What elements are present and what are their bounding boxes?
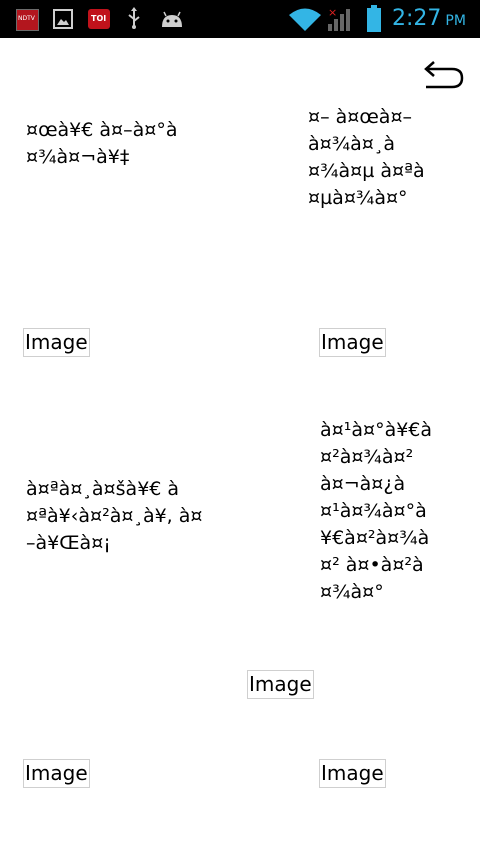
clipped-text-fragment: à¤¤à¤ à¤²à¤ à¤à¤¾à¤ <box>26 88 242 104</box>
status-bar: NDTV TOI × 2:27 PM <box>0 0 480 38</box>
image-placeholder[interactable]: Image <box>23 328 90 357</box>
image-placeholder[interactable]: Image <box>23 759 90 788</box>
gallery-mountain-icon <box>57 19 69 25</box>
usb-icon <box>126 7 142 29</box>
android-debug-icon <box>160 9 182 29</box>
svg-text:×: × <box>328 6 337 19</box>
list-item-text[interactable]: à¤ªà¤¸à¤šà¥€ à ¤ªà¥‹à¤²à¤¸à¥, à¤ –à¥Œà¤¡ <box>26 476 203 557</box>
toi-notification-icon: TOI <box>88 9 110 29</box>
image-placeholder[interactable]: Image <box>319 328 386 357</box>
list-item-text[interactable]: ¤œà¥€ à¤–à¤°à ¤¾à¤¬à¥‡ <box>26 117 178 171</box>
list-item-text[interactable]: ¤– à¤œà¤– à¤¾à¤¸à ¤¾à¤µ à¤ªà ¤µà¤¾à¤° <box>308 104 425 212</box>
image-placeholder[interactable]: Image <box>319 759 386 788</box>
back-button[interactable] <box>418 60 466 94</box>
wifi-icon <box>289 8 321 31</box>
back-arrow-icon <box>424 61 464 89</box>
ndtv-notification-icon: NDTV <box>16 9 39 31</box>
signal-icon: × <box>328 6 350 31</box>
clock: 2:27 PM <box>392 6 466 31</box>
gallery-notification-icon <box>53 9 73 29</box>
battery-icon <box>367 5 381 32</box>
list-item-text[interactable]: à¤¹à¤°à¥€à ¤²à¤¾à¤² à¤¬à¤¿à ¤¹à¤¾à¤°à ¥€… <box>320 417 432 606</box>
image-placeholder[interactable]: Image <box>247 670 314 699</box>
